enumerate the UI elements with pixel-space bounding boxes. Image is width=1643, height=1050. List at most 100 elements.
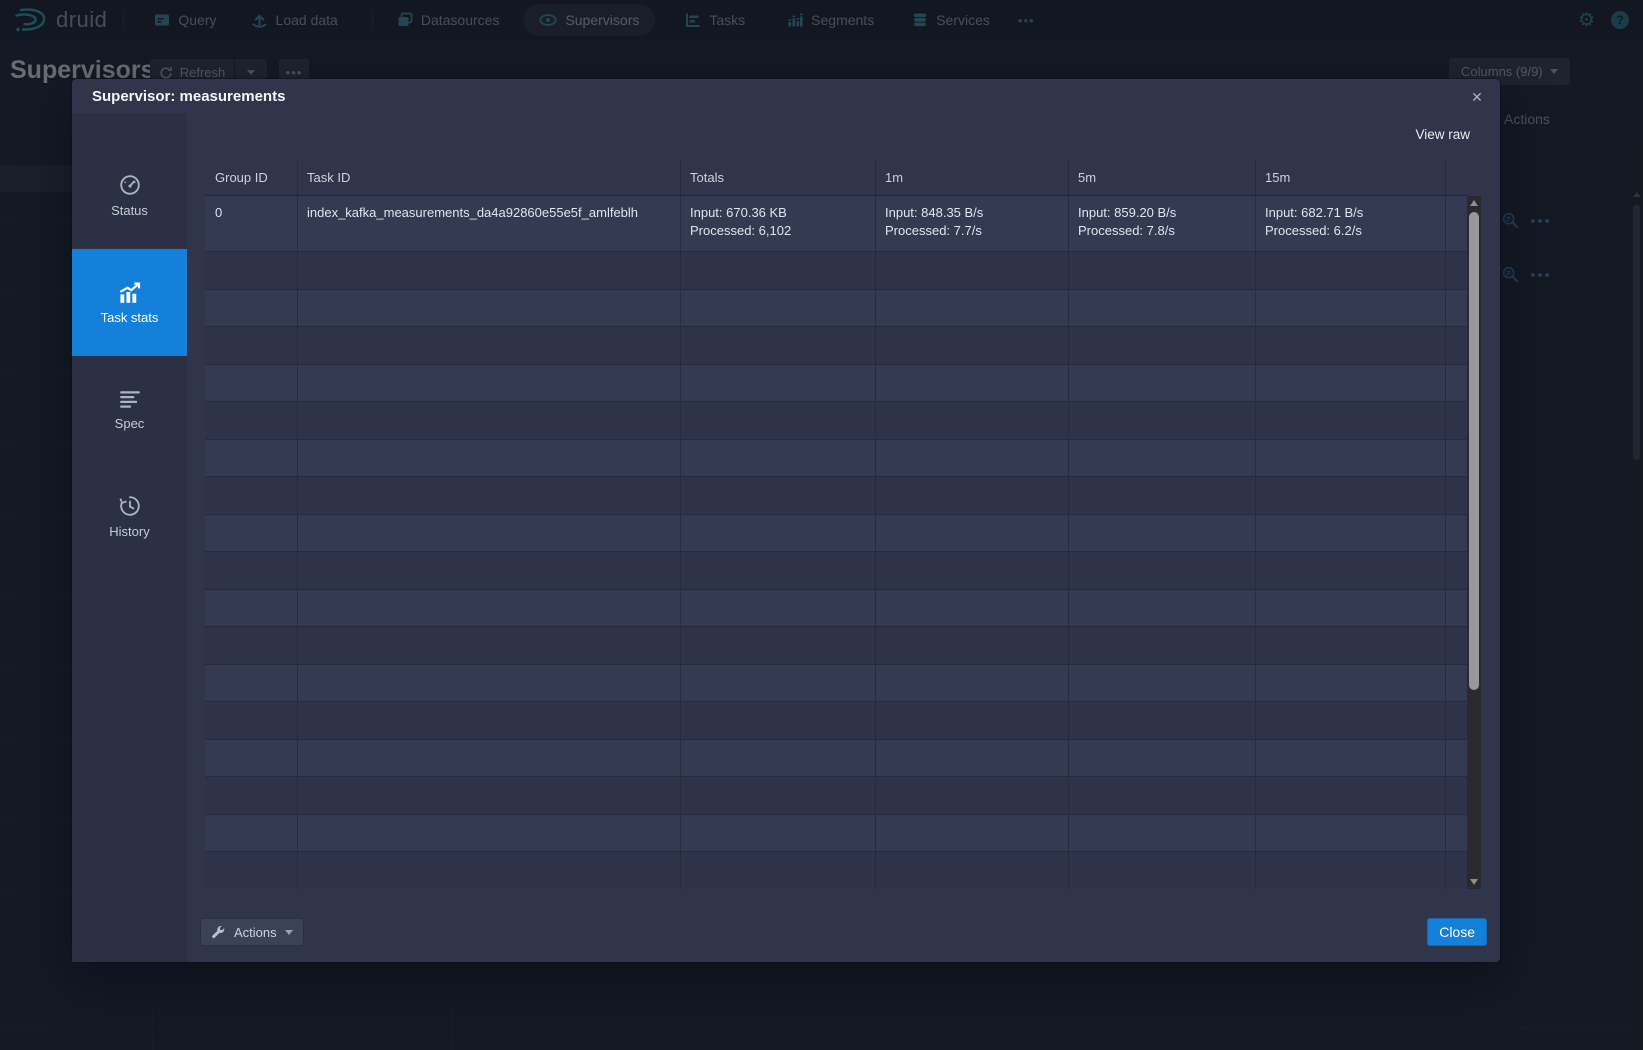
table-cell xyxy=(1255,440,1445,477)
modal-footer: Actions Close xyxy=(200,918,1487,946)
wrench-icon xyxy=(211,925,226,940)
table-cell xyxy=(680,852,875,889)
table-cell xyxy=(205,552,297,589)
scroll-up-icon[interactable] xyxy=(1470,200,1478,206)
cell-15m: Input: 682.71 B/s Processed: 6.2/s xyxy=(1255,196,1445,251)
table-scrollbar-thumb[interactable] xyxy=(1469,212,1479,690)
table-cell xyxy=(1445,327,1467,364)
table-cell xyxy=(1255,327,1445,364)
table-cell xyxy=(297,515,680,552)
spec-icon xyxy=(119,389,141,409)
table-cell xyxy=(875,365,1068,402)
task-stats-icon xyxy=(118,281,142,303)
table-row-empty xyxy=(205,590,1467,628)
table-cell xyxy=(1255,477,1445,514)
cell-totals: Input: 670.36 KB Processed: 6,102 xyxy=(680,196,875,251)
table-cell xyxy=(875,740,1068,777)
task-stats-panel: View raw Group ID Task ID Totals 1m 5m 1… xyxy=(187,113,1500,962)
table-cell xyxy=(1445,815,1467,852)
task-stats-table: Group ID Task ID Totals 1m 5m 15m 0 inde… xyxy=(205,160,1481,889)
table-cell xyxy=(875,815,1068,852)
tab-status[interactable]: Status xyxy=(72,142,187,249)
close-button[interactable]: Close xyxy=(1427,918,1487,946)
table-cell xyxy=(1255,740,1445,777)
table-cell xyxy=(1068,702,1255,739)
tab-history[interactable]: History xyxy=(72,463,187,570)
table-cell xyxy=(1255,852,1445,889)
table-cell xyxy=(1255,702,1445,739)
table-cell xyxy=(1445,477,1467,514)
table-cell xyxy=(1445,365,1467,402)
table-cell xyxy=(680,777,875,814)
column-header[interactable]: 1m xyxy=(875,160,1068,195)
cell-1m: Input: 848.35 B/s Processed: 7.7/s xyxy=(875,196,1068,251)
column-header[interactable]: 15m xyxy=(1255,160,1445,195)
table-header-row: Group ID Task ID Totals 1m 5m 15m xyxy=(205,160,1467,196)
table-cell xyxy=(1068,327,1255,364)
table-cell xyxy=(680,627,875,664)
table-cell xyxy=(680,702,875,739)
table-cell xyxy=(205,777,297,814)
table-cell xyxy=(1255,777,1445,814)
view-raw-link[interactable]: View raw xyxy=(1415,127,1470,142)
table-row-empty xyxy=(205,252,1467,290)
table-cell xyxy=(875,590,1068,627)
table-cell xyxy=(1068,740,1255,777)
table-cell xyxy=(1068,402,1255,439)
supervisor-modal: Supervisor: measurements ✕ Status xyxy=(72,79,1500,962)
table-cell xyxy=(875,852,1068,889)
actions-label: Actions xyxy=(234,925,277,940)
table-cell xyxy=(680,515,875,552)
column-header[interactable]: Group ID xyxy=(205,160,297,195)
table-cell xyxy=(205,402,297,439)
table-cell xyxy=(680,327,875,364)
table-cell xyxy=(875,402,1068,439)
table-cell xyxy=(1068,627,1255,664)
table-row-empty xyxy=(205,627,1467,665)
table-cell xyxy=(680,815,875,852)
status-icon xyxy=(119,174,141,196)
column-header[interactable]: 5m xyxy=(1068,160,1255,195)
table-cell xyxy=(1255,402,1445,439)
table-cell xyxy=(1255,590,1445,627)
table-cell xyxy=(297,702,680,739)
table-cell xyxy=(680,440,875,477)
table-cell xyxy=(1445,627,1467,664)
column-header[interactable]: Totals xyxy=(680,160,875,195)
table-cell xyxy=(1068,252,1255,289)
table-cell xyxy=(1068,665,1255,702)
table-cell xyxy=(1445,777,1467,814)
table-row-empty xyxy=(205,552,1467,590)
table-cell xyxy=(875,777,1068,814)
table-cell xyxy=(1445,852,1467,889)
table-cell xyxy=(297,477,680,514)
tab-task-stats[interactable]: Task stats xyxy=(72,249,187,356)
cell-5m: Input: 859.20 B/s Processed: 7.8/s xyxy=(1068,196,1255,251)
close-icon[interactable]: ✕ xyxy=(1466,86,1488,108)
cell-task-id: index_kafka_measurements_da4a92860e55e5f… xyxy=(297,196,680,251)
table-cell xyxy=(1255,515,1445,552)
table-cell xyxy=(875,552,1068,589)
tab-label: Status xyxy=(111,203,148,218)
table-cell xyxy=(1445,590,1467,627)
table-scrollbar[interactable] xyxy=(1467,196,1481,889)
table-cell xyxy=(1445,515,1467,552)
modal-header: Supervisor: measurements ✕ xyxy=(72,79,1500,113)
table-cell xyxy=(297,740,680,777)
table-cell xyxy=(1445,702,1467,739)
scroll-down-icon[interactable] xyxy=(1470,879,1478,885)
table-cell xyxy=(1068,852,1255,889)
table-cell xyxy=(680,402,875,439)
table-cell xyxy=(680,477,875,514)
actions-button[interactable]: Actions xyxy=(200,918,304,946)
table-cell xyxy=(875,327,1068,364)
table-cell xyxy=(1445,665,1467,702)
table-cell xyxy=(205,740,297,777)
table-cell xyxy=(1068,290,1255,327)
tab-spec[interactable]: Spec xyxy=(72,356,187,463)
table-cell xyxy=(680,665,875,702)
column-header[interactable]: Task ID xyxy=(297,160,680,195)
table-cell xyxy=(205,327,297,364)
table-cell xyxy=(297,290,680,327)
table-row-empty xyxy=(205,477,1467,515)
